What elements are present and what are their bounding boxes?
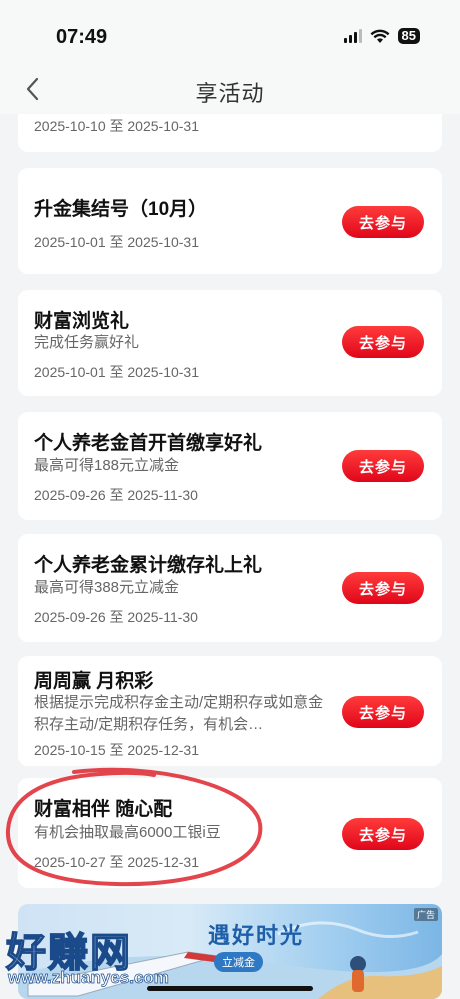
join-button[interactable]: 去参与: [342, 326, 424, 358]
activity-card[interactable]: 个人养老金累计缴存礼上礼 最高可得388元立减金 2025-09-26 至 20…: [18, 534, 442, 642]
join-button[interactable]: 去参与: [342, 696, 424, 728]
activity-date: 2025-10-01 至 2025-10-31: [34, 234, 200, 250]
activity-desc: 最高可得188元立减金: [34, 457, 180, 474]
status-bar: 07:49 85: [0, 0, 460, 64]
cellular-signal-icon: [343, 29, 362, 43]
activity-card[interactable]: 周周赢 月积彩 根据提示完成积存金主动/定期积存或如意金积存主动/定期积存任务，…: [18, 656, 442, 766]
activity-desc: 最高可得388元立减金: [34, 579, 180, 596]
join-button[interactable]: 去参与: [342, 206, 424, 238]
activity-desc: 根据提示完成积存金主动/定期积存或如意金积存主动/定期积存任务，有机会…: [34, 694, 324, 733]
activity-date: 2025-09-26 至 2025-11-30: [34, 487, 198, 503]
activity-title: 个人养老金累计缴存礼上礼: [34, 555, 263, 576]
activity-date: 2025-10-10 至 2025-10-31: [34, 118, 200, 134]
status-icons: 85: [343, 28, 420, 44]
activity-desc: 完成任务赢好礼: [34, 334, 140, 351]
activity-date: 2025-10-15 至 2025-12-31: [34, 742, 200, 758]
activity-list[interactable]: 2025-10-10 至 2025-10-31 升金集结号（10月） 2025-…: [0, 114, 460, 999]
activity-title: 个人养老金首开首缴享好礼: [34, 433, 263, 454]
battery-indicator: 85: [397, 28, 420, 44]
activity-title: 财富浏览礼: [34, 311, 130, 332]
join-button[interactable]: 去参与: [342, 818, 424, 850]
status-time: 07:49: [56, 26, 108, 48]
wifi-icon: [370, 29, 390, 43]
activity-card[interactable]: 个人养老金首开首缴享好礼 最高可得188元立减金 2025-09-26 至 20…: [18, 412, 442, 520]
activity-date: 2025-10-01 至 2025-10-31: [34, 364, 200, 380]
watermark-url: www.zhuanyes.com: [8, 968, 170, 988]
page-title: 享活动: [195, 81, 265, 106]
activity-date: 2025-09-26 至 2025-11-30: [34, 609, 198, 625]
activity-title: 升金集结号（10月）: [34, 199, 208, 220]
red-circle-annotation: [5, 767, 263, 887]
home-indicator: [147, 986, 313, 991]
join-button[interactable]: 去参与: [342, 572, 424, 604]
join-button[interactable]: 去参与: [342, 450, 424, 482]
activity-card[interactable]: 升金集结号（10月） 2025-10-01 至 2025-10-31 去参与: [18, 168, 442, 274]
ad-subtitle: 立减金: [214, 952, 263, 972]
ad-title: 遇好时光: [208, 923, 305, 948]
activity-card[interactable]: 2025-10-10 至 2025-10-31: [18, 114, 442, 152]
activity-title: 周周赢 月积彩: [34, 671, 154, 692]
nav-bar: 享活动: [0, 64, 460, 114]
activity-card[interactable]: 财富浏览礼 完成任务赢好礼 2025-10-01 至 2025-10-31 去参…: [18, 290, 442, 396]
ad-tag: 广告: [413, 908, 438, 921]
